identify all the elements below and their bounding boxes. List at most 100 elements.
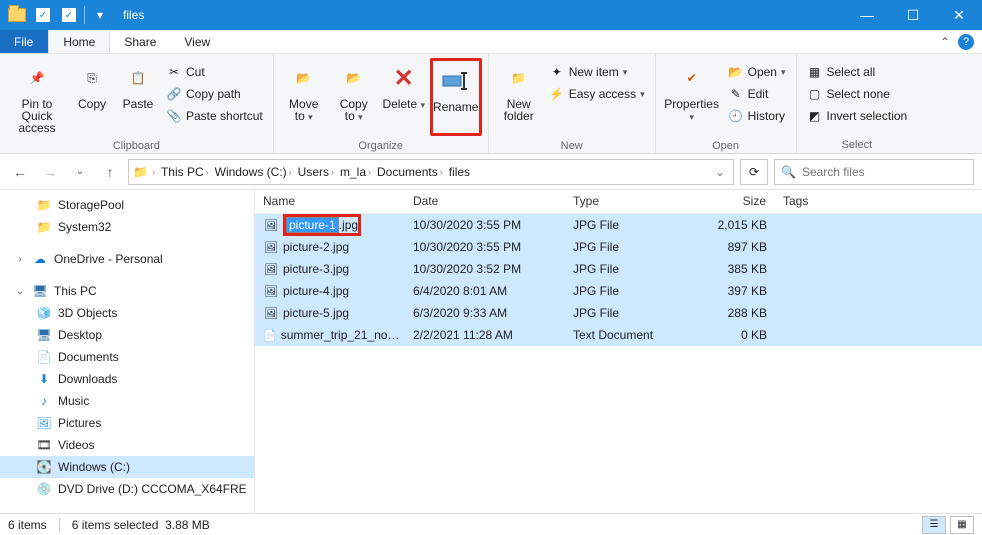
tab-view[interactable]: View <box>170 30 224 53</box>
select-all-icon: ▦ <box>807 64 823 80</box>
nav-tree[interactable]: 📁StoragePool 📁System32 ›☁OneDrive - Pers… <box>0 190 255 513</box>
properties-icon: ✔ <box>676 62 708 94</box>
tree-videos[interactable]: 🎞Videos <box>0 434 254 456</box>
address-bar[interactable]: 📁 › This PC › Windows (C:) › Users › m_l… <box>128 159 734 185</box>
crumb-users[interactable]: Users › <box>296 165 336 179</box>
rename-icon <box>440 65 472 97</box>
file-row[interactable]: 🖼picture-2.jpg 10/30/2020 3:55 PM JPG Fi… <box>255 236 982 258</box>
maximize-button[interactable]: ☐ <box>890 0 936 30</box>
group-label-clipboard: Clipboard <box>0 140 273 154</box>
history-button[interactable]: 🕘History <box>724 106 790 126</box>
copy-path-icon: 🔗 <box>166 86 182 102</box>
col-name[interactable]: Name <box>255 190 405 213</box>
crumb-files[interactable]: files <box>447 165 472 179</box>
back-button[interactable]: ← <box>8 160 32 184</box>
folder-icon: 📁 <box>36 197 52 213</box>
thumbnails-view-button[interactable]: ▦ <box>950 516 974 534</box>
refresh-button[interactable]: ⟳ <box>740 159 768 185</box>
tree-desktop[interactable]: 🖥Desktop <box>0 324 254 346</box>
close-button[interactable]: ✕ <box>936 0 982 30</box>
copy-to-button[interactable]: 📂 Copy to ▾ <box>330 58 378 136</box>
documents-icon: 📄 <box>36 349 52 365</box>
search-input[interactable] <box>802 165 967 179</box>
tree-pictures[interactable]: 🖼Pictures <box>0 412 254 434</box>
image-file-icon: 🖼 <box>263 261 279 277</box>
crumb-drive[interactable]: Windows (C:) › <box>213 165 294 179</box>
title-bar: ▾ files — ☐ ✕ <box>0 0 982 30</box>
delete-button[interactable]: ✕ Delete ▾ <box>380 58 428 136</box>
move-to-button[interactable]: 📂 Move to ▾ <box>280 58 328 136</box>
copy-button[interactable]: ⎘ Copy <box>70 58 114 136</box>
group-label-new: New <box>489 140 655 154</box>
videos-icon: 🎞 <box>36 437 52 453</box>
details-view-button[interactable]: ☰ <box>922 516 946 534</box>
col-tags[interactable]: Tags <box>775 190 982 213</box>
invert-selection-icon: ◩ <box>807 108 823 124</box>
help-icon[interactable]: ? <box>958 34 974 50</box>
col-date[interactable]: Date <box>405 190 565 213</box>
tab-file[interactable]: File <box>0 30 48 53</box>
tab-share[interactable]: Share <box>110 30 170 53</box>
qat-dropdown[interactable]: ▾ <box>89 4 111 26</box>
open-button[interactable]: 📂Open ▾ <box>724 62 790 82</box>
tab-home[interactable]: Home <box>48 30 110 53</box>
paste-shortcut-icon: 📎 <box>166 108 182 124</box>
invert-selection-button[interactable]: ◩Invert selection <box>803 106 912 126</box>
easy-access-button[interactable]: ⚡Easy access ▾ <box>545 84 649 104</box>
ribbon-group-open: ✔ Properties ▾ 📂Open ▾ ✎Edit 🕘History Op… <box>656 54 797 153</box>
qat-properties-icon[interactable] <box>32 4 54 26</box>
minimize-button[interactable]: — <box>844 0 890 30</box>
ribbon-group-organize: 📂 Move to ▾ 📂 Copy to ▾ ✕ Delete ▾ Renam… <box>274 54 489 153</box>
crumb-user[interactable]: m_la › <box>338 165 373 179</box>
easy-access-icon: ⚡ <box>549 86 565 102</box>
tree-storagepool[interactable]: 📁StoragePool <box>0 194 254 216</box>
collapse-ribbon-icon[interactable]: ⌃ <box>940 35 950 49</box>
tree-3d-objects[interactable]: 🧊3D Objects <box>0 302 254 324</box>
tree-system32[interactable]: 📁System32 <box>0 216 254 238</box>
group-label-select: Select <box>797 139 918 153</box>
qat-new-folder-icon[interactable] <box>58 4 80 26</box>
forward-button[interactable]: → <box>38 160 62 184</box>
cut-button[interactable]: ✂Cut <box>162 62 267 82</box>
new-item-button[interactable]: ✦New item ▾ <box>545 62 649 82</box>
crumb-documents[interactable]: Documents › <box>375 165 445 179</box>
column-headers[interactable]: Name Date Type Size Tags <box>255 190 982 214</box>
col-size[interactable]: Size <box>685 190 775 213</box>
tree-music[interactable]: ♪Music <box>0 390 254 412</box>
file-row[interactable]: 🖼 picture-1.jpg 10/30/2020 3:55 PM JPG F… <box>255 214 982 236</box>
tree-documents[interactable]: 📄Documents <box>0 346 254 368</box>
file-row[interactable]: 🖼picture-4.jpg 6/4/2020 8:01 AM JPG File… <box>255 280 982 302</box>
main-area: 📁StoragePool 📁System32 ›☁OneDrive - Pers… <box>0 190 982 513</box>
tree-dvd[interactable]: 💿DVD Drive (D:) CCCOMA_X64FRE <box>0 478 254 500</box>
crumb-this-pc[interactable]: This PC › <box>159 165 211 179</box>
tree-windows-c[interactable]: 💽Windows (C:) <box>0 456 254 478</box>
new-folder-button[interactable]: 📁 New folder <box>495 58 543 136</box>
rename-button[interactable]: Rename <box>430 58 482 136</box>
text-file-icon: 📄 <box>263 327 277 343</box>
ribbon-tabs: File Home Share View ⌃ ? <box>0 30 982 54</box>
dvd-icon: 💿 <box>36 481 52 497</box>
file-row[interactable]: 🖼picture-5.jpg 6/3/2020 9:33 AM JPG File… <box>255 302 982 324</box>
tree-onedrive[interactable]: ›☁OneDrive - Personal <box>0 248 254 270</box>
status-selected-count: 6 items selected 3.88 MB <box>72 518 210 532</box>
col-type[interactable]: Type <box>565 190 685 213</box>
file-row[interactable]: 📄summer_trip_21_no… 2/2/2021 11:28 AM Te… <box>255 324 982 346</box>
copy-path-button[interactable]: 🔗Copy path <box>162 84 267 104</box>
tree-downloads[interactable]: ⬇Downloads <box>0 368 254 390</box>
image-file-icon: 🖼 <box>263 283 279 299</box>
quick-access-toolbar: ▾ <box>0 4 117 26</box>
rename-input[interactable]: picture-1 <box>286 217 339 233</box>
select-none-button[interactable]: ▢Select none <box>803 84 912 104</box>
recent-dropdown[interactable]: ⌄ <box>68 160 92 184</box>
select-all-button[interactable]: ▦Select all <box>803 62 912 82</box>
properties-button[interactable]: ✔ Properties ▾ <box>662 58 722 136</box>
tree-this-pc[interactable]: ⌄🖥This PC <box>0 280 254 302</box>
file-row[interactable]: 🖼picture-3.jpg 10/30/2020 3:52 PM JPG Fi… <box>255 258 982 280</box>
up-button[interactable]: ↑ <box>98 160 122 184</box>
paste-button[interactable]: 📋 Paste <box>116 58 160 136</box>
pin-quick-access-button[interactable]: 📌 Pin to Quick access <box>6 58 68 136</box>
address-dropdown[interactable]: ⌄ <box>711 165 729 179</box>
edit-button[interactable]: ✎Edit <box>724 84 790 104</box>
paste-shortcut-button[interactable]: 📎Paste shortcut <box>162 106 267 126</box>
search-box[interactable]: 🔍 <box>774 159 974 185</box>
